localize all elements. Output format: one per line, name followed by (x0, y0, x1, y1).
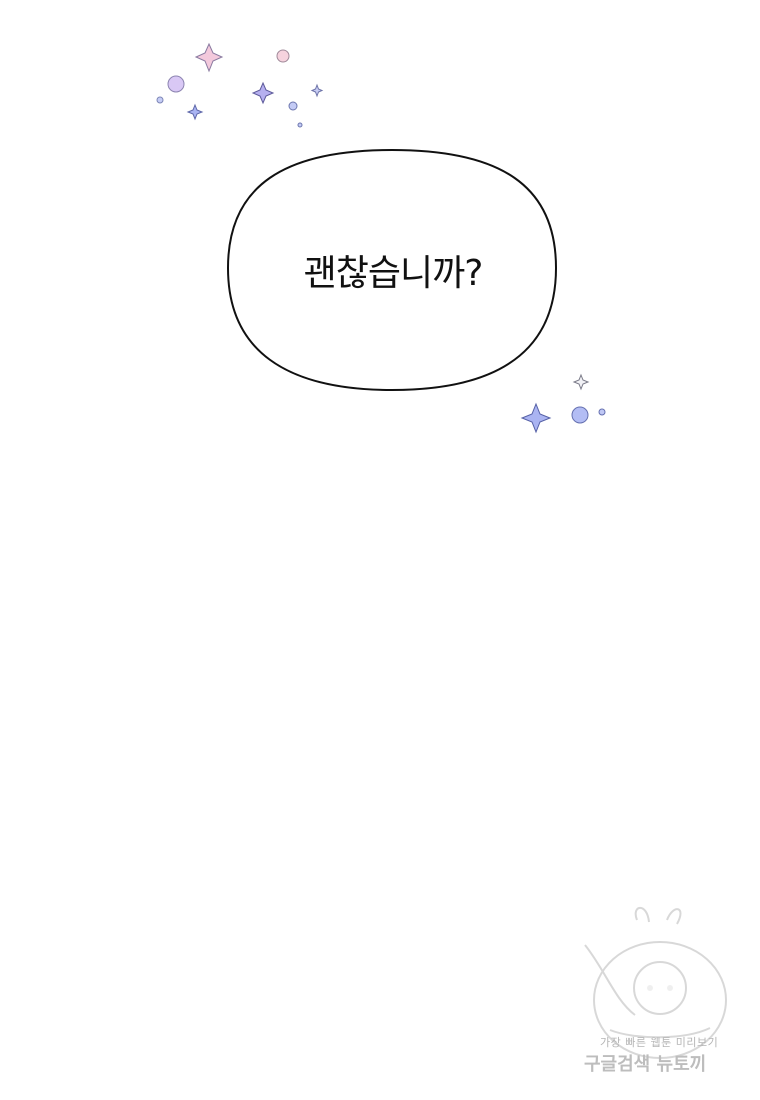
pink-star-icon (194, 42, 224, 73)
blue-star-large-icon (520, 402, 552, 434)
purple-dot-icon (167, 75, 185, 93)
blue-circle-icon (571, 406, 589, 424)
sparkle-group-top (156, 42, 324, 128)
blue-star-icon (186, 103, 204, 121)
watermark-site-name: 구글검색 뉴토끼 (584, 1054, 707, 1075)
tiny-dot-icon (297, 122, 303, 128)
outline-star-icon (572, 373, 590, 391)
watermark-tagline: 가장 빠른 웹툰 미리보기 (600, 1036, 719, 1049)
blue-dot-icon (288, 101, 298, 111)
pink-dot-icon (276, 49, 290, 63)
purple-star-icon (251, 81, 275, 105)
tiny-star-icon (310, 83, 324, 98)
small-blue-dot-icon (156, 96, 164, 104)
comic-panel: 괜찮습니까? 가장 빠른 웹툰 미리보기 구글검색 뉴토끼 (0, 0, 760, 1100)
blue-small-circle-icon (598, 408, 606, 416)
speech-bubble-text: 괜찮습니까? (303, 253, 484, 294)
